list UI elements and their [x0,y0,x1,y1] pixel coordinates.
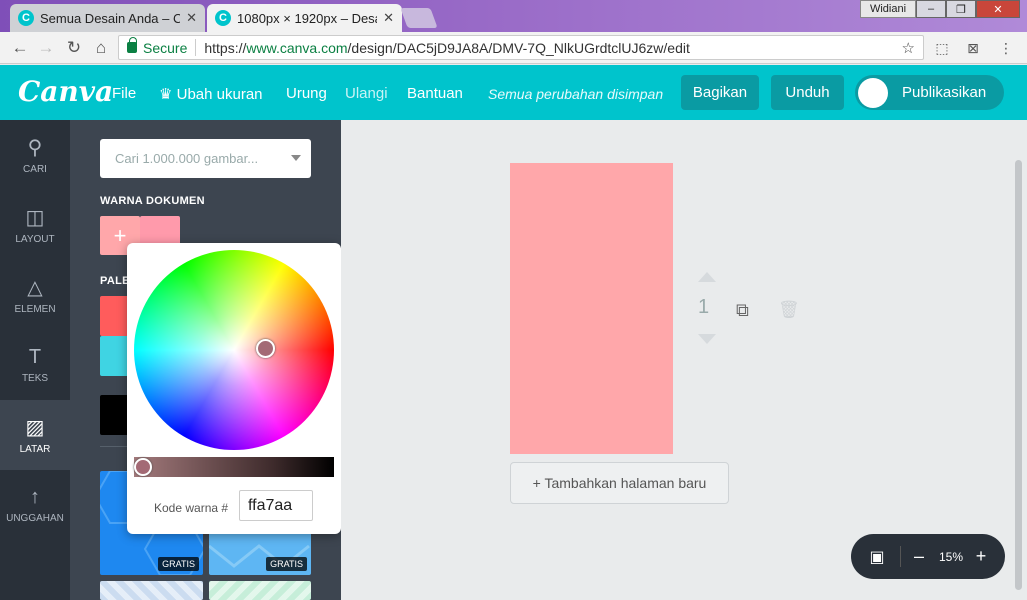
browser-menu-icon[interactable]: ⋮ [996,38,1016,58]
design-canvas-area: 1 ⧉ 🗑 + Tambahkan halaman baru ▣ – 15% + [341,120,1027,600]
free-badge: GRATIS [266,557,307,571]
free-badge: GRATIS [158,557,199,571]
rail-label: LAYOUT [15,234,55,245]
forward-arrow-icon[interactable]: → [36,38,56,58]
duplicate-page-icon[interactable]: ⧉ [736,300,749,321]
rail-item-background[interactable]: ▨ LATAR [0,400,70,470]
pdf-extension-icon[interactable]: ⬚ [932,38,952,58]
brightness-slider[interactable] [134,457,334,477]
tab-title: Semua Desain Anda – Ca [40,10,181,26]
minimize-button[interactable]: – [916,0,946,18]
background-tile[interactable] [100,581,203,600]
url-path: /design/DAC5jD9JA8A/DMV-7Q_NlkUGrdtclUJ6… [347,39,690,56]
secure-label: Secure [143,39,188,56]
rail-label: CARI [23,164,47,175]
rail-label: ELEMEN [14,304,56,315]
browser-user-badge[interactable]: Widiani [860,0,916,18]
url-input[interactable]: Secure https://www.canva.com/design/DAC5… [118,35,924,60]
close-tab-icon[interactable]: ✕ [383,10,394,26]
background-icon: ▨ [25,417,45,439]
back-arrow-icon[interactable]: ← [10,38,30,58]
browser-tab-strip: C Semua Desain Anda – Ca ✕ C 1080px × 19… [0,0,1027,32]
resize-label: Ubah ukuran [176,86,263,103]
divider [900,546,901,567]
brightness-handle[interactable] [134,458,152,476]
autosave-status: Semua perubahan disimpan [488,86,664,102]
add-page-button[interactable]: + Tambahkan halaman baru [510,462,729,504]
vertical-scrollbar[interactable] [1015,160,1022,590]
move-page-down-icon[interactable] [698,334,716,344]
file-menu[interactable]: File [112,85,136,102]
page-number: 1 [698,296,710,318]
close-tab-icon[interactable]: ✕ [186,10,197,26]
url-text: https://www.canva.com/design/DAC5jD9JA8A… [196,40,690,56]
reload-icon[interactable]: ↻ [64,38,84,58]
hex-input[interactable]: ffa7aa [239,490,313,521]
screenshot-extension-icon[interactable]: ⊠ [963,38,983,58]
resize-menu[interactable]: ♛ Ubah ukuran [159,85,263,103]
rail-item-uploads[interactable]: ↑ UNGGAHAN [0,470,70,540]
layout-icon: ◫ [25,207,45,229]
home-icon[interactable]: ⌂ [91,38,111,58]
design-page[interactable] [510,163,673,454]
upload-icon: ↑ [30,486,40,508]
lock-icon [127,37,137,53]
publish-label: Publikasikan [902,84,987,101]
color-wheel[interactable] [134,250,334,450]
address-bar-row: ← → ↻ ⌂ Secure https://www.canva.com/des… [0,32,1027,64]
tool-rail: ⚲ CARI ◫ LAYOUT △ ELEMEN T TEKS ▨ LATAR … [0,120,70,600]
new-tab-button[interactable] [400,8,438,28]
crown-icon: ♛ [159,86,177,103]
hue-handle[interactable] [256,339,275,358]
zoom-controls: ▣ – 15% + [851,534,1005,579]
text-icon: T [28,346,42,368]
rail-item-search[interactable]: ⚲ CARI [0,120,70,190]
zoom-level: 15% [938,549,964,564]
editor-header: Canva File ♛ Ubah ukuran Urung Ulangi Ba… [0,65,1027,120]
trash-icon[interactable]: 🗑 [778,300,800,320]
presentation-icon[interactable]: ▣ [865,534,889,579]
secure-indicator[interactable]: Secure [119,37,197,56]
download-button[interactable]: Unduh [771,75,844,110]
toggle-knob [858,77,888,108]
share-button[interactable]: Bagikan [681,75,759,110]
rail-label: UNGGAHAN [6,513,64,524]
close-window-button[interactable]: ✕ [976,0,1020,18]
hex-label: Kode warna # [154,501,229,515]
browser-tab-designs[interactable]: C Semua Desain Anda – Ca ✕ [10,4,205,32]
url-host: www.canva.com [246,39,348,56]
maximize-button[interactable]: ❐ [946,0,976,18]
search-placeholder: Cari 1.000.000 gambar... [115,151,259,166]
color-picker-popup: Kode warna # ffa7aa [127,243,341,534]
canva-favicon-icon: C [18,10,34,26]
rail-label: TEKS [21,373,49,384]
publish-toggle[interactable]: Publikasikan [855,75,1004,110]
chevron-down-icon[interactable] [291,155,301,161]
rail-item-elements[interactable]: △ ELEMEN [0,260,70,330]
canva-favicon-icon: C [215,10,231,26]
undo-button[interactable]: Urung [286,85,327,102]
image-search-input[interactable]: Cari 1.000.000 gambar... [100,139,311,178]
zoom-out-button[interactable]: – [909,534,929,579]
move-page-up-icon[interactable] [698,272,716,282]
rail-item-layout[interactable]: ◫ LAYOUT [0,190,70,260]
help-menu[interactable]: Bantuan [407,85,463,102]
search-icon: ⚲ [27,137,43,159]
rail-item-text[interactable]: T TEKS [0,330,70,400]
tab-title: 1080px × 1920px – Desa [237,10,378,26]
bookmark-star-icon[interactable]: ☆ [902,39,915,57]
redo-button[interactable]: Ulangi [345,85,388,102]
zoom-in-button[interactable]: + [971,534,991,579]
shapes-icon: △ [27,277,43,299]
background-tile[interactable] [209,581,311,600]
rail-label: LATAR [19,444,51,455]
browser-tab-current[interactable]: C 1080px × 1920px – Desa ✕ [207,4,402,32]
url-scheme: https:// [204,39,247,56]
document-colors-heading: WARNA DOKUMEN [100,195,205,207]
canva-logo[interactable]: Canva [18,75,113,108]
